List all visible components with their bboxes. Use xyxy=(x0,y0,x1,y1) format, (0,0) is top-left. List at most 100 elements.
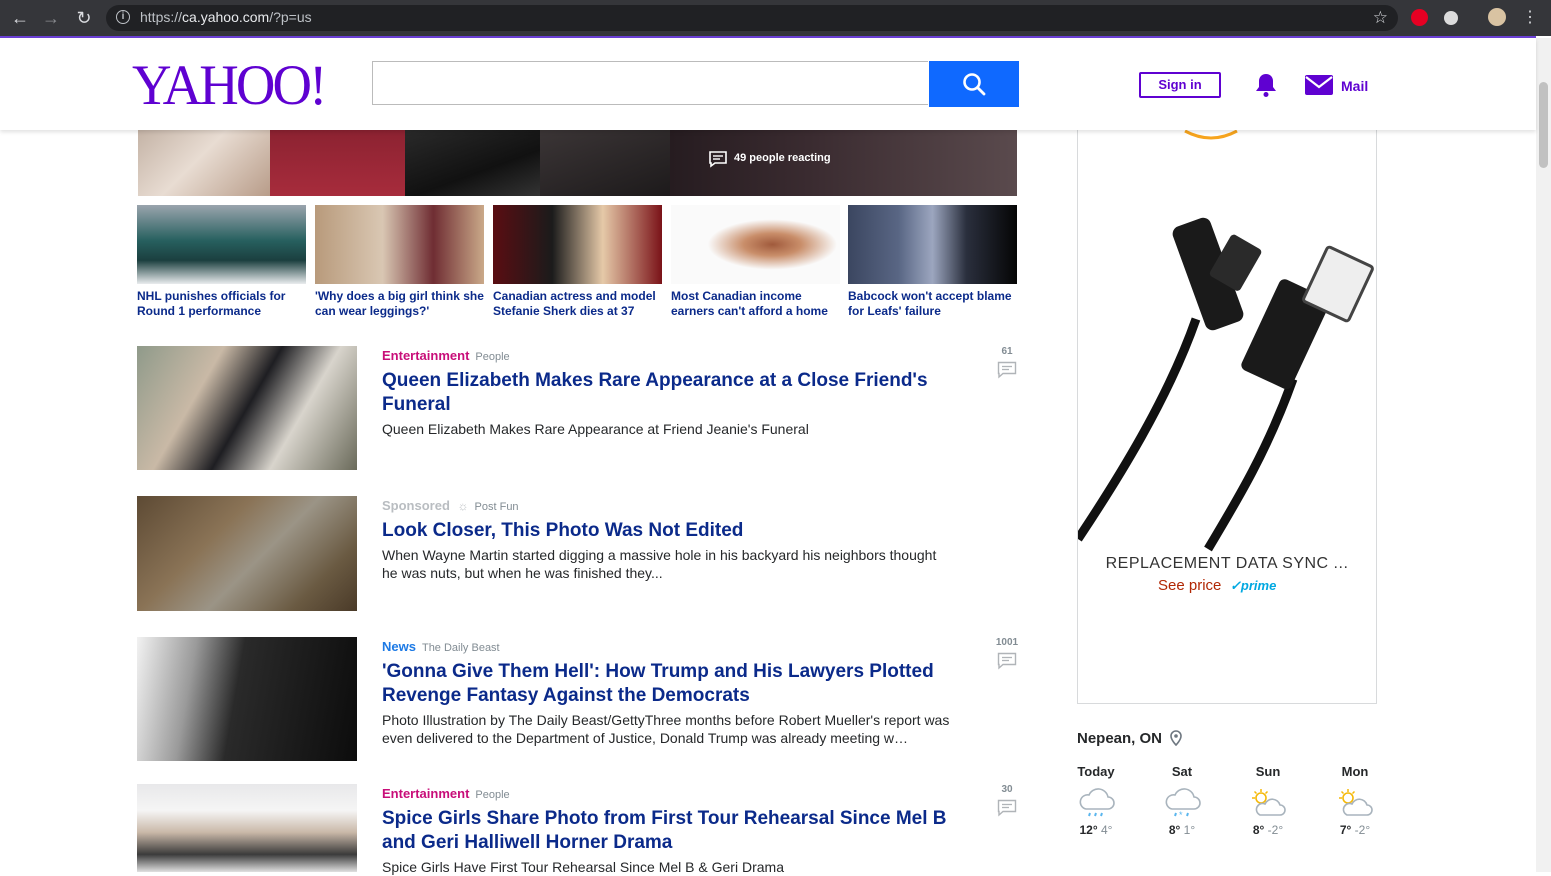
category-label[interactable]: Entertainment xyxy=(382,348,469,363)
comment-icon xyxy=(997,799,1017,817)
mail-icon[interactable] xyxy=(1305,75,1333,95)
reload-icon[interactable]: ↻ xyxy=(74,8,94,28)
story-image xyxy=(137,637,357,761)
story-summary: When Wayne Martin started digging a mass… xyxy=(382,547,937,581)
story-caption[interactable]: Most Canadian income earners can't affor… xyxy=(671,289,840,319)
comment-bubble-icon xyxy=(709,151,727,168)
prime-badge: ✓prime xyxy=(1230,578,1276,594)
url-text[interactable]: https://ca.yahoo.com/?p=us xyxy=(140,9,312,25)
forecast-day-name: Sat xyxy=(1171,764,1193,779)
search-button[interactable] xyxy=(929,61,1019,107)
story-title[interactable]: 'Gonna Give Them Hell': How Trump and Hi… xyxy=(382,660,952,708)
hero-image-segment xyxy=(405,130,540,196)
story-image xyxy=(671,205,840,284)
hero-story[interactable]: 49 people reacting xyxy=(138,130,1017,196)
source-label: People xyxy=(475,351,510,363)
ad-product-title[interactable]: REPLACEMENT DATA SYNC ... xyxy=(1077,555,1377,573)
reactions-count: 49 people reacting xyxy=(734,152,831,164)
weather-location[interactable]: Nepean, ON xyxy=(1077,730,1162,747)
see-price-link[interactable]: See price xyxy=(1158,577,1221,594)
story-image xyxy=(137,346,357,470)
story-title[interactable]: Spice Girls Share Photo from First Tour … xyxy=(382,807,952,855)
partly-sunny-icon xyxy=(1339,789,1373,816)
profile-avatar[interactable] xyxy=(1488,8,1506,26)
sponsored-label-row: Sponsored ☼ Post Fun xyxy=(382,498,519,513)
amazon-smile-logo-icon xyxy=(1184,129,1238,140)
forward-arrow-icon[interactable]: → xyxy=(41,8,61,28)
url-scheme: https:// xyxy=(140,9,183,25)
bell-icon[interactable] xyxy=(1254,72,1278,98)
story-category[interactable]: News The Daily Beast xyxy=(382,639,500,654)
comment-count[interactable]: 30 xyxy=(995,784,1019,817)
story-caption[interactable]: Babcock won't accept blame for Leafs' fa… xyxy=(848,289,1017,319)
forecast-day: Sun 8° -2° xyxy=(1238,764,1298,837)
sign-in-button[interactable]: Sign in xyxy=(1139,72,1221,98)
extension-icon[interactable] xyxy=(1444,11,1458,25)
scrollbar[interactable] xyxy=(1536,38,1551,872)
forecast-day-name: Mon xyxy=(1341,764,1369,779)
prime-check-icon: ✓ xyxy=(1230,578,1241,593)
comment-icon xyxy=(997,652,1017,670)
comment-count-value: 30 xyxy=(1001,784,1013,795)
prime-label: prime xyxy=(1240,578,1277,593)
sponsored-label: Sponsored xyxy=(382,498,450,513)
comment-count[interactable]: 1001 xyxy=(995,637,1019,670)
snow-rain-cloud-icon: * xyxy=(1165,788,1201,819)
ad-info-icon[interactable]: ☼ xyxy=(458,499,469,513)
story-category[interactable]: Entertainment People xyxy=(382,786,510,801)
comment-icon xyxy=(997,361,1017,379)
partly-sunny-icon xyxy=(1252,789,1286,816)
bookmark-star-icon[interactable]: ☆ xyxy=(1373,8,1388,28)
browser-menu-icon[interactable]: ⋮ xyxy=(1520,8,1540,28)
site-info-icon[interactable]: i xyxy=(116,10,130,24)
search-input[interactable] xyxy=(372,61,928,105)
scrollbar-thumb[interactable] xyxy=(1539,82,1548,168)
location-pin-icon[interactable] xyxy=(1170,730,1182,746)
site-header: YAHOO! Sign in Mail xyxy=(0,38,1536,130)
forecast-low: -2° xyxy=(1267,823,1284,837)
story-category[interactable]: Entertainment People xyxy=(382,348,510,363)
story-title[interactable]: Queen Elizabeth Makes Rare Appearance at… xyxy=(382,369,952,417)
search-icon xyxy=(963,73,986,96)
thumbnail-story[interactable]: Babcock won't accept blame for Leafs' fa… xyxy=(848,205,1017,319)
forecast-temps: 8° 1° xyxy=(1152,823,1212,837)
story-image xyxy=(848,205,1017,284)
stream-item[interactable]: News The Daily Beast 'Gonna Give Them Hel… xyxy=(137,637,1019,761)
category-label[interactable]: News xyxy=(382,639,416,654)
back-arrow-icon[interactable]: ← xyxy=(10,8,30,28)
category-label[interactable]: Entertainment xyxy=(382,786,469,801)
thumbnail-story[interactable]: Canadian actress and model Stefanie Sher… xyxy=(493,205,662,319)
address-bar[interactable]: i https://ca.yahoo.com/?p=us ☆ xyxy=(106,5,1398,31)
story-caption[interactable]: NHL punishes officials for Round 1 perfo… xyxy=(137,289,306,319)
story-image xyxy=(137,496,357,611)
yahoo-logo[interactable]: YAHOO! xyxy=(132,53,327,118)
forecast-high: 8° xyxy=(1252,823,1265,837)
story-caption[interactable]: Canadian actress and model Stefanie Sher… xyxy=(493,289,662,319)
forecast-low: 1° xyxy=(1183,823,1196,837)
forecast-temps: 12° 4° xyxy=(1066,823,1126,837)
forecast-day: Today 12° 4° xyxy=(1066,764,1126,837)
sponsored-item[interactable]: Sponsored ☼ Post Fun Look Closer, This Ph… xyxy=(137,496,1019,611)
thumbnail-story[interactable]: NHL punishes officials for Round 1 perfo… xyxy=(137,205,306,319)
rain-cloud-icon xyxy=(1079,788,1115,817)
forecast-day: Mon 7° -2° xyxy=(1325,764,1385,837)
thumbnail-story[interactable]: 'Why does a big girl think she can wear … xyxy=(315,205,484,319)
svg-text:*: * xyxy=(1179,810,1183,819)
advertisement[interactable] xyxy=(1077,129,1377,704)
forecast-day: Sat * 8° 1° xyxy=(1152,764,1212,837)
forecast-high: 8° xyxy=(1168,823,1181,837)
pinterest-extension-icon[interactable] xyxy=(1411,9,1428,26)
story-title[interactable]: Look Closer, This Photo Was Not Edited xyxy=(382,519,952,543)
comment-count-value: 1001 xyxy=(995,637,1019,648)
story-caption[interactable]: 'Why does a big girl think she can wear … xyxy=(315,289,484,319)
thumbnail-story[interactable]: Most Canadian income earners can't affor… xyxy=(671,205,840,319)
stream-item[interactable]: Entertainment People Spice Girls Share Ph… xyxy=(137,784,1019,875)
usb-cable-product-image xyxy=(1078,217,1374,552)
stream-item[interactable]: Entertainment People Queen Elizabeth Make… xyxy=(137,346,1019,470)
source-label: The Daily Beast xyxy=(421,642,500,654)
mail-link[interactable]: Mail xyxy=(1341,78,1368,94)
story-summary: Queen Elizabeth Makes Rare Appearance at… xyxy=(382,421,809,437)
comment-count[interactable]: 61 xyxy=(995,346,1019,379)
url-path: /?p=us xyxy=(269,9,312,25)
forecast-temps: 7° -2° xyxy=(1325,823,1385,837)
